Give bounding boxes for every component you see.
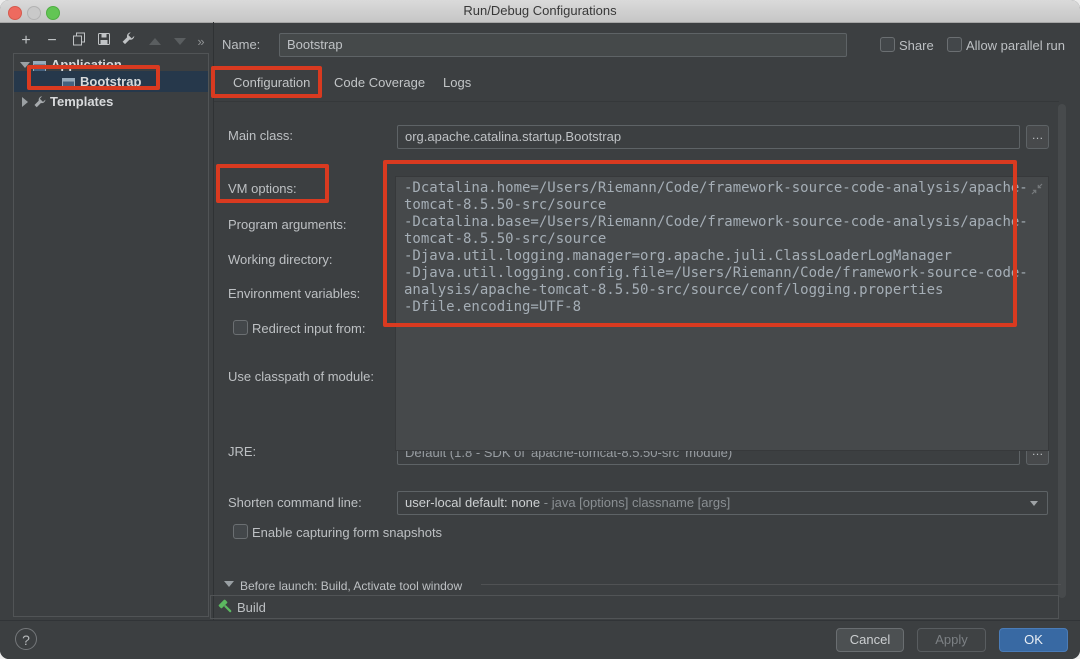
- name-label: Name:: [222, 37, 260, 53]
- program-arguments-label: Program arguments:: [228, 217, 347, 233]
- wrench-icon: [121, 31, 136, 51]
- jre-label: JRE:: [228, 444, 256, 460]
- before-launch-header[interactable]: Before launch: Build, Activate tool wind…: [240, 578, 462, 594]
- chevron-down-icon: [20, 62, 30, 68]
- before-launch-item-build[interactable]: Build: [211, 596, 1058, 618]
- close-window-button[interactable]: [8, 6, 22, 20]
- dropdown-caret-icon: [1030, 501, 1038, 506]
- move-down-button[interactable]: [169, 32, 191, 50]
- configurations-tree: Application Bootstrap Templates: [13, 53, 209, 617]
- tree-group-label: Templates: [50, 92, 113, 112]
- arrow-up-icon: [149, 38, 161, 45]
- apply-button[interactable]: Apply: [917, 628, 986, 652]
- tree-item-label: Bootstrap: [80, 71, 141, 92]
- hammer-icon: [218, 599, 234, 620]
- shorten-command-line-combobox[interactable]: user-local default: none - java [options…: [397, 491, 1048, 515]
- working-directory-label: Working directory:: [228, 252, 333, 268]
- move-up-button[interactable]: [144, 32, 166, 50]
- more-actions-button[interactable]: »: [190, 32, 212, 50]
- build-item-label: Build: [237, 600, 266, 616]
- plus-icon: +: [21, 33, 30, 49]
- before-launch-divider: [481, 584, 1061, 585]
- tree-item-bootstrap[interactable]: Bootstrap: [14, 71, 208, 92]
- dialog-footer: ? Cancel Apply OK: [0, 620, 1080, 659]
- allow-parallel-run-checkbox[interactable]: [947, 37, 962, 52]
- titlebar: Run/Debug Configurations: [0, 0, 1080, 23]
- tree-group-templates[interactable]: Templates: [14, 92, 208, 112]
- allow-parallel-run-label[interactable]: Allow parallel run: [966, 38, 1065, 54]
- arrow-down-icon: [174, 38, 186, 45]
- tabs-divider: [214, 101, 1059, 102]
- vm-options-text: -Dcatalina.home=/Users/Riemann/Code/fram…: [404, 180, 1034, 316]
- tab-configuration[interactable]: Configuration: [233, 73, 310, 93]
- minus-icon: −: [47, 33, 56, 49]
- add-configuration-button[interactable]: +: [15, 32, 37, 50]
- save-configuration-button[interactable]: [93, 32, 115, 50]
- enable-snapshots-label[interactable]: Enable capturing form snapshots: [252, 525, 442, 541]
- name-input[interactable]: Bootstrap: [279, 33, 847, 57]
- main-class-input[interactable]: org.apache.catalina.startup.Bootstrap: [397, 125, 1020, 149]
- use-classpath-label: Use classpath of module:: [228, 369, 374, 385]
- remove-configuration-button[interactable]: −: [41, 32, 63, 50]
- chevrons-right-icon: »: [197, 34, 204, 49]
- collapse-section-icon[interactable]: [224, 581, 234, 587]
- minimize-window-button[interactable]: [27, 6, 41, 20]
- wrench-icon: [33, 95, 47, 114]
- chevron-right-icon: [22, 97, 28, 107]
- sidebar-divider: [213, 22, 214, 620]
- help-button[interactable]: ?: [15, 628, 37, 650]
- run-debug-configurations-dialog: Run/Debug Configurations + − »: [0, 0, 1080, 659]
- tab-code-coverage[interactable]: Code Coverage: [334, 73, 425, 93]
- copy-configuration-button[interactable]: [68, 32, 90, 50]
- enable-snapshots-checkbox[interactable]: [233, 524, 248, 539]
- ok-button[interactable]: OK: [999, 628, 1068, 652]
- share-checkbox-label[interactable]: Share: [899, 38, 934, 54]
- copy-icon: [72, 32, 86, 51]
- shorten-command-line-label: Shorten command line:: [228, 495, 362, 511]
- environment-variables-label: Environment variables:: [228, 286, 360, 302]
- collapse-editor-icon[interactable]: [1031, 182, 1043, 200]
- vm-options-label: VM options:: [228, 181, 297, 197]
- redirect-input-label[interactable]: Redirect input from:: [252, 321, 365, 337]
- share-checkbox[interactable]: [880, 37, 895, 52]
- shorten-value: user-local default: none: [405, 495, 540, 510]
- content-scrollbar[interactable]: [1058, 104, 1066, 598]
- main-class-browse-button[interactable]: …: [1026, 125, 1049, 149]
- tab-logs[interactable]: Logs: [443, 73, 471, 93]
- vm-options-editor[interactable]: -Dcatalina.home=/Users/Riemann/Code/fram…: [395, 176, 1049, 451]
- save-icon: [97, 32, 111, 51]
- main-class-label: Main class:: [228, 128, 293, 144]
- window-title: Run/Debug Configurations: [0, 0, 1080, 22]
- redirect-input-checkbox[interactable]: [233, 320, 248, 335]
- before-launch-list: Build: [210, 595, 1059, 619]
- zoom-window-button[interactable]: [46, 6, 60, 20]
- edit-templates-button[interactable]: [117, 32, 139, 50]
- shorten-hint: - java [options] classname [args]: [544, 495, 730, 510]
- cancel-button[interactable]: Cancel: [836, 628, 904, 652]
